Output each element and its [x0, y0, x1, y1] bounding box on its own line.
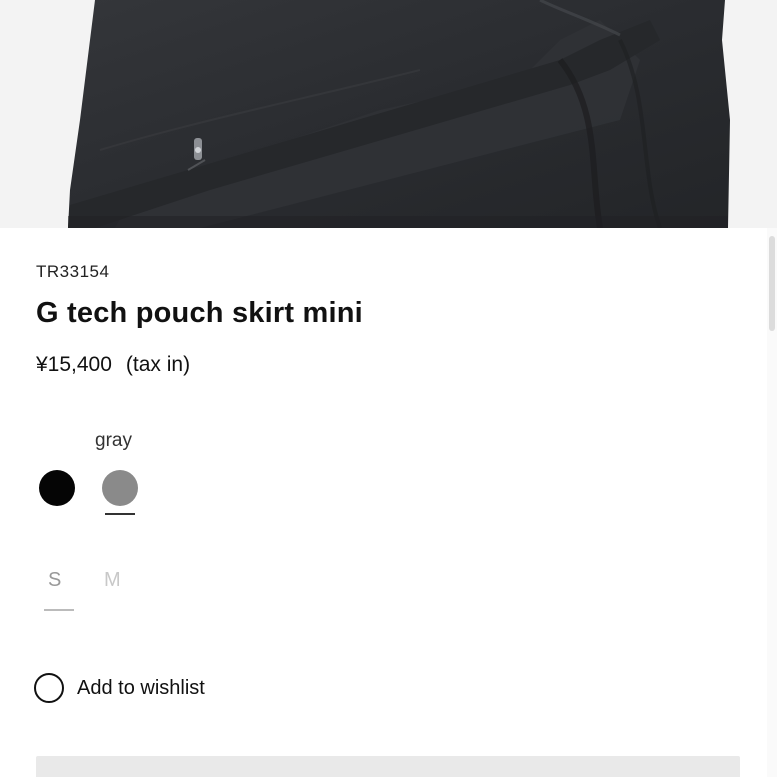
color-swatch-gray[interactable]	[102, 470, 138, 506]
product-sku: TR33154	[36, 262, 110, 281]
product-page: TR33154 G tech pouch skirt mini ¥15,400 (…	[0, 0, 777, 777]
product-price: ¥15,400	[36, 353, 112, 376]
circle-outline-icon	[34, 673, 64, 703]
add-to-cart-bar[interactable]	[36, 756, 740, 777]
add-to-wishlist-button[interactable]: Add to wishlist	[34, 670, 205, 706]
selected-color-name: gray	[95, 430, 132, 451]
price-row: ¥15,400 (tax in)	[36, 353, 190, 377]
size-option-s[interactable]: S	[48, 569, 61, 592]
skirt-image	[0, 0, 777, 228]
color-swatch-black[interactable]	[39, 470, 75, 506]
scrollbar-thumb[interactable]	[769, 236, 775, 331]
selected-color-indicator	[105, 513, 135, 515]
product-photo	[0, 0, 777, 228]
tax-note: (tax in)	[125, 353, 191, 376]
selected-size-indicator	[44, 609, 74, 611]
size-option-m[interactable]: M	[104, 569, 121, 592]
product-title: G tech pouch skirt mini	[36, 297, 363, 329]
wishlist-label: Add to wishlist	[77, 676, 205, 699]
